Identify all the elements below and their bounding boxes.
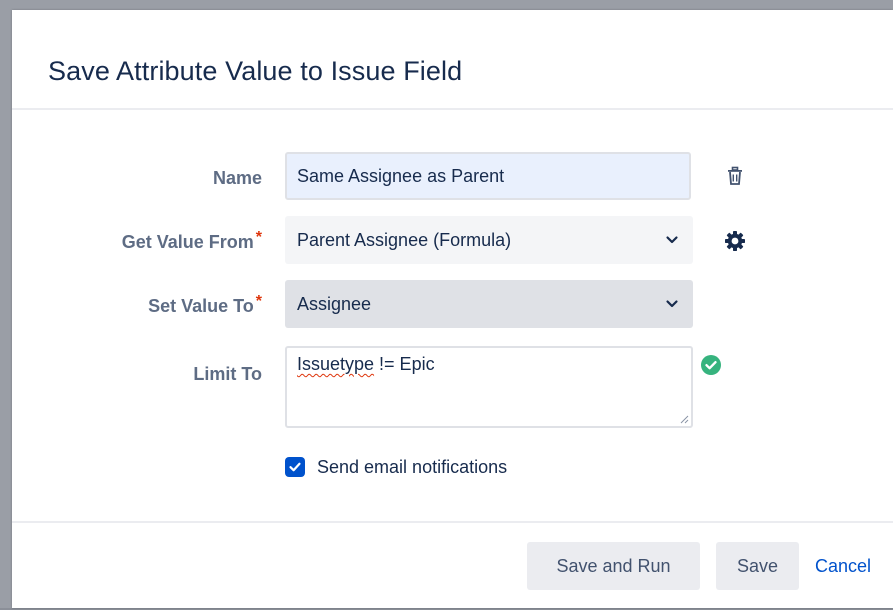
get-value-from-select[interactable]: Parent Assignee (Formula) — [285, 216, 693, 264]
resize-handle-icon[interactable] — [679, 414, 689, 424]
cancel-link[interactable]: Cancel — [815, 542, 871, 590]
set-value-to-label: Set Value To * — [12, 293, 262, 317]
chevron-down-icon — [666, 300, 678, 308]
limit-to-value-rest: != Epic — [374, 354, 435, 374]
trash-icon[interactable] — [724, 165, 750, 191]
get-value-from-label: Get Value From * — [12, 229, 262, 253]
save-and-run-button[interactable]: Save and Run — [527, 542, 700, 590]
limit-to-label-text: Limit To — [193, 364, 262, 384]
limit-to-label: Limit To — [12, 364, 262, 385]
send-email-checkbox[interactable] — [285, 457, 305, 477]
gear-icon[interactable] — [722, 228, 748, 254]
checkmark-icon — [289, 462, 301, 472]
set-value-to-label-text: Set Value To — [148, 296, 254, 316]
required-marker: * — [255, 293, 262, 310]
limit-to-value-keyword: Issuetype — [297, 354, 375, 374]
limit-to-textarea[interactable]: Issuetype != Epic — [285, 346, 693, 428]
send-email-option[interactable]: Send email notifications — [285, 454, 507, 480]
get-value-from-selected: Parent Assignee (Formula) — [297, 230, 512, 250]
required-marker: * — [255, 229, 262, 246]
check-circle-icon — [701, 355, 721, 375]
set-value-to-select[interactable]: Assignee — [285, 280, 693, 328]
name-input[interactable] — [285, 152, 691, 200]
name-label: Name — [12, 168, 262, 189]
send-email-label[interactable]: Send email notifications — [317, 457, 507, 478]
save-attribute-dialog: Save Attribute Value to Issue Field Name… — [12, 10, 893, 608]
get-value-from-label-text: Get Value From — [121, 232, 254, 252]
dialog-title: Save Attribute Value to Issue Field — [48, 56, 463, 86]
dialog-header: Save Attribute Value to Issue Field — [12, 10, 893, 110]
save-button[interactable]: Save — [716, 542, 799, 590]
set-value-to-selected: Assignee — [297, 294, 372, 314]
chevron-down-icon — [666, 236, 678, 244]
name-label-text: Name — [212, 168, 262, 188]
